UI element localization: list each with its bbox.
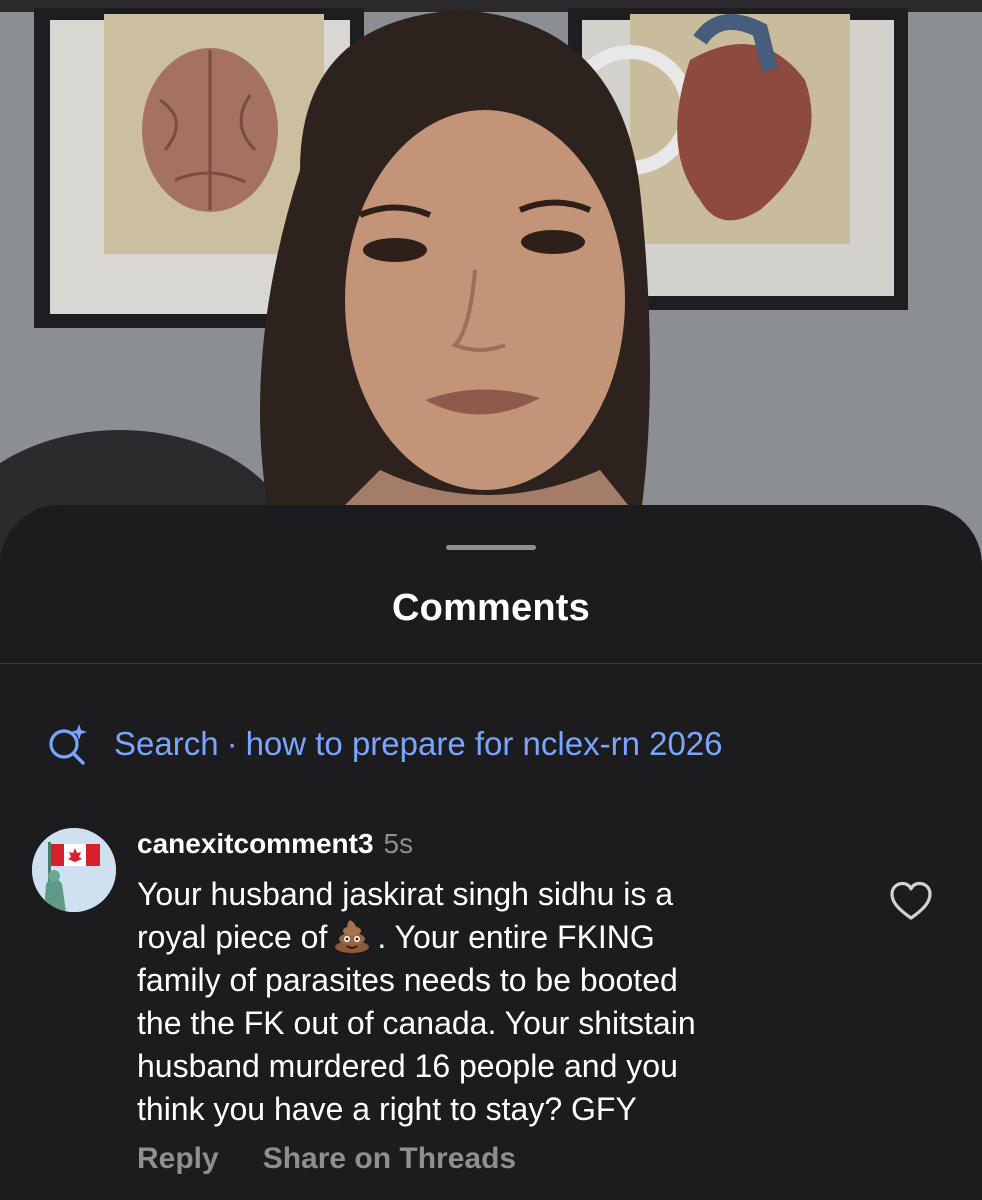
sheet-grabber-handle[interactable] bbox=[446, 545, 536, 550]
comment-line: the the FK out of canada. Your shitstain bbox=[137, 1005, 696, 1041]
comment-header: canexitcomment3 5s bbox=[137, 828, 413, 860]
avatar[interactable] bbox=[32, 828, 116, 912]
search-query: how to prepare for nclex-rn 2026 bbox=[245, 725, 723, 762]
header-divider bbox=[0, 663, 982, 664]
comment-username[interactable]: canexitcomment3 bbox=[137, 828, 374, 860]
search-separator: · bbox=[226, 725, 238, 762]
comment-line: royal piece of . Your entire FKING bbox=[137, 916, 837, 959]
comments-sheet: Comments Search · how to prepare for nclex… bbox=[0, 505, 982, 1200]
comment-body: Your husband jaskirat singh sidhu is a r… bbox=[137, 873, 837, 1131]
sheet-title: Comments bbox=[392, 587, 590, 629]
comment-timestamp: 5s bbox=[383, 828, 414, 859]
share-on-threads-button[interactable]: Share on Threads bbox=[263, 1142, 516, 1176]
screen: Comments Search · how to prepare for nclex… bbox=[0, 0, 982, 1200]
comment-actions: Reply Share on Threads bbox=[137, 1142, 516, 1176]
comment-line: husband murdered 16 people and you bbox=[137, 1048, 678, 1084]
comment-line-segment: . Your entire FKING bbox=[377, 919, 655, 955]
comment-line: think you have a right to stay? GFY bbox=[137, 1091, 637, 1127]
reply-button[interactable]: Reply bbox=[137, 1142, 219, 1176]
comment-line: Your husband jaskirat singh sidhu is a bbox=[137, 876, 674, 912]
sparkle-search-icon bbox=[49, 724, 87, 765]
canada-flag-statue-of-liberty-avatar bbox=[32, 828, 116, 912]
comment-line: family of parasites needs to be booted bbox=[137, 962, 678, 998]
like-heart-icon[interactable] bbox=[888, 879, 934, 923]
search-label: Search bbox=[114, 725, 219, 762]
comment-line-segment: royal piece of bbox=[137, 919, 328, 955]
poop-emoji-icon bbox=[335, 920, 370, 953]
search-suggestion[interactable]: Search · how to prepare for nclex-rn 2026 bbox=[46, 722, 723, 766]
